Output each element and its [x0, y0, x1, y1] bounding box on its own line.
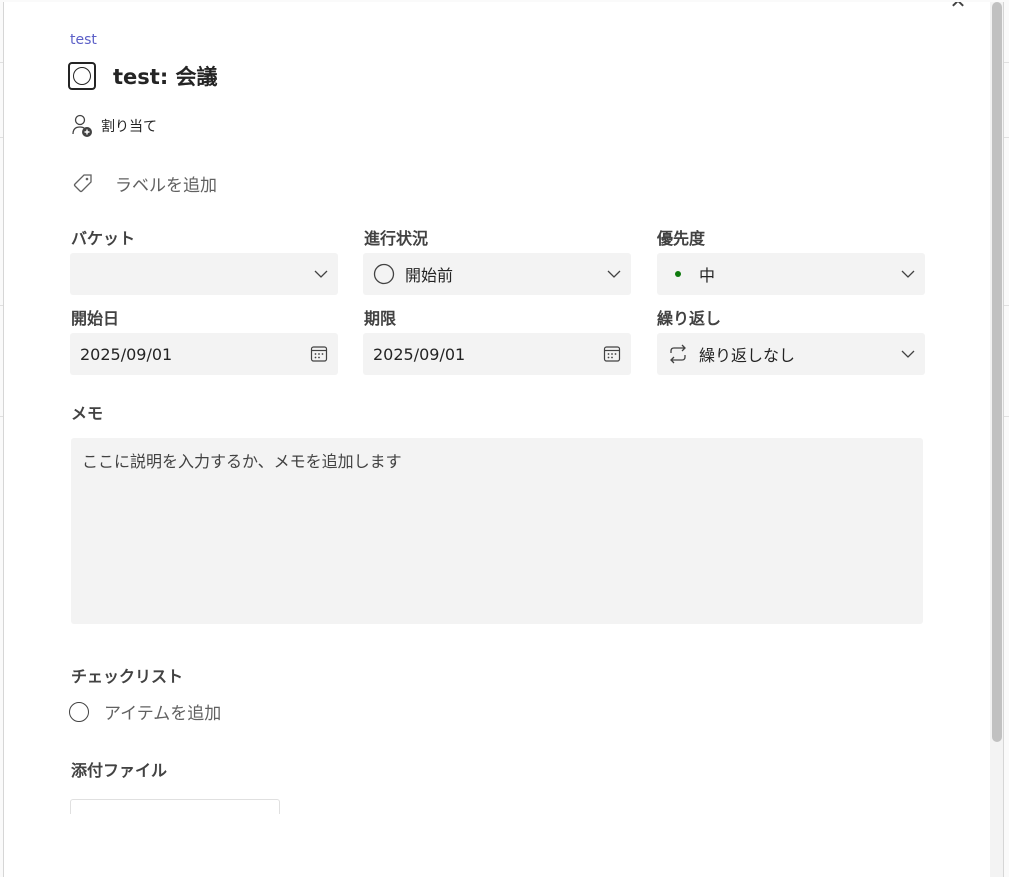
task-details-dialog: ✕ test test: 会議 割り当て ラベルを追加 バケット 進行状況 優先… — [3, 2, 1004, 877]
assign-label: 割り当て — [101, 119, 157, 135]
bucket-dropdown[interactable] — [70, 253, 338, 295]
progress-value: 開始前 — [405, 266, 454, 285]
attachments-label: 添付ファイル — [71, 761, 168, 780]
chevron-down-icon — [901, 350, 915, 358]
task-title[interactable]: test: 会議 — [113, 61, 218, 91]
priority-value: 中 — [699, 266, 716, 285]
add-label-button[interactable]: ラベルを追加 — [71, 171, 217, 196]
progress-label: 進行状況 — [364, 229, 429, 248]
add-label-text: ラベルを追加 — [115, 176, 217, 196]
chevron-down-icon — [901, 270, 915, 278]
start-date-value: 2025/09/01 — [80, 344, 173, 364]
progress-dropdown[interactable]: 開始前 — [363, 253, 631, 295]
due-date-input[interactable]: 2025/09/01 — [363, 333, 631, 375]
repeat-label: 繰り返し — [657, 309, 722, 328]
notes-placeholder: ここに説明を入力するか、メモを追加します — [82, 452, 402, 471]
assign-person-icon — [72, 114, 92, 137]
bucket-label: バケット — [71, 229, 136, 248]
assign-button[interactable]: 割り当て — [71, 114, 157, 138]
start-date-label: 開始日 — [71, 309, 120, 328]
circle-checkbox-icon — [69, 701, 89, 722]
repeat-dropdown[interactable]: 繰り返しなし — [657, 333, 925, 375]
due-date-value: 2025/09/01 — [373, 344, 466, 364]
checklist-label: チェックリスト — [71, 667, 184, 686]
add-checklist-item[interactable]: アイテムを追加 — [69, 699, 221, 724]
start-date-input[interactable]: 2025/09/01 — [70, 333, 338, 375]
task-complete-icon[interactable] — [68, 62, 96, 90]
chevron-down-icon — [607, 270, 621, 278]
notes-label: メモ — [71, 404, 104, 423]
add-item-text: アイテムを追加 — [104, 704, 222, 724]
dialog-footer-space — [4, 814, 990, 877]
task-title-row: test: 会議 — [68, 61, 218, 91]
repeat-value: 繰り返しなし — [699, 346, 796, 365]
notes-textarea[interactable]: ここに説明を入力するか、メモを追加します — [71, 438, 923, 624]
priority-label: 優先度 — [657, 229, 706, 248]
calendar-icon[interactable] — [310, 345, 328, 363]
priority-dropdown[interactable]: 中 — [657, 253, 925, 295]
circle-status-icon — [373, 263, 395, 285]
scrollbar[interactable] — [990, 2, 1003, 877]
due-date-label: 期限 — [364, 309, 397, 328]
priority-dot-icon — [675, 271, 681, 277]
close-icon[interactable]: ✕ — [947, 2, 969, 12]
scrollbar-thumb[interactable] — [992, 2, 1002, 742]
chevron-down-icon — [314, 270, 328, 278]
calendar-icon[interactable] — [603, 345, 621, 363]
plan-name-link[interactable]: test — [70, 32, 97, 48]
tag-icon — [73, 173, 92, 192]
repeat-icon — [670, 344, 686, 364]
